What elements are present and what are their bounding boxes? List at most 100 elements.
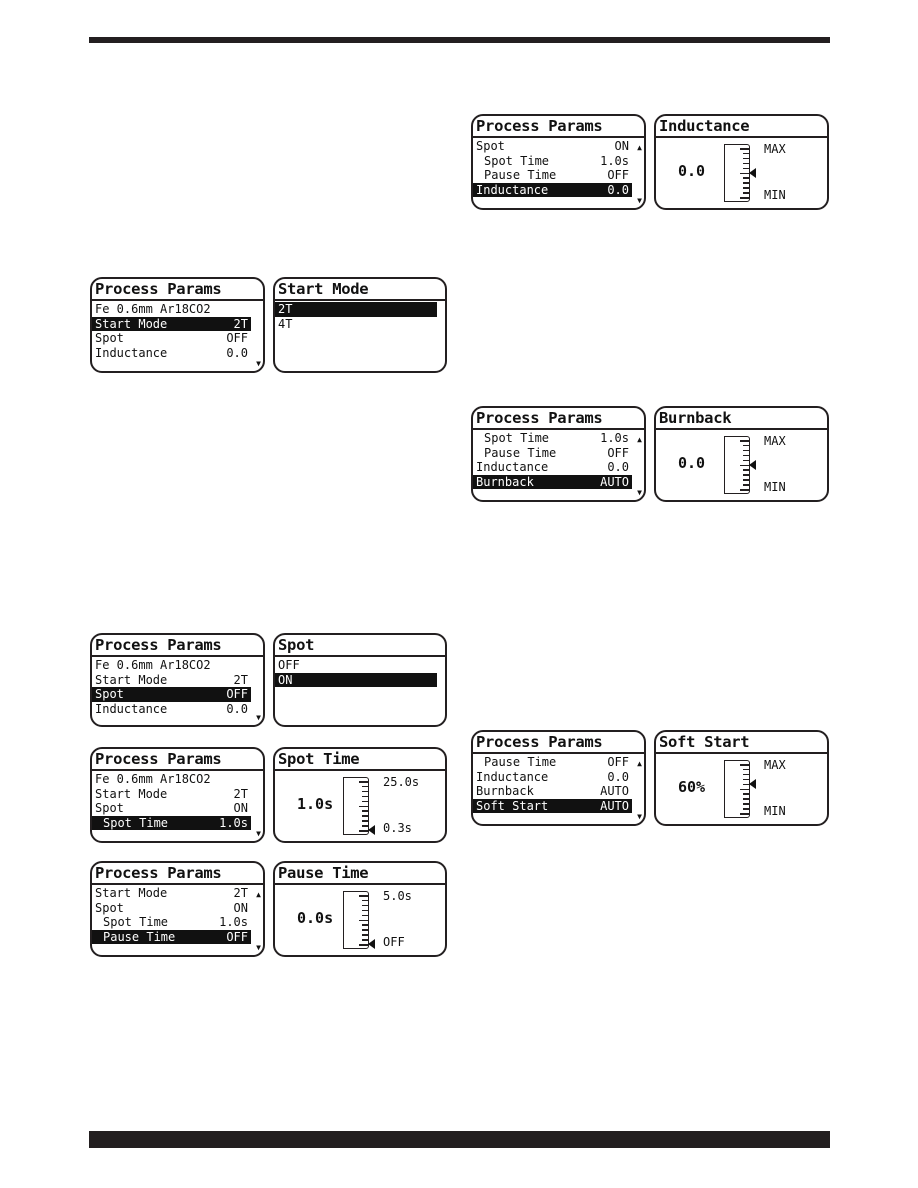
gauge-tick [743,192,749,194]
gauge-max-label: 25.0s [383,775,420,789]
option-item[interactable]: ON [275,672,437,688]
menu-item-label: Spot Time [103,815,169,830]
menu-item[interactable]: Pause Time OFF [473,446,632,461]
menu-item[interactable]: Fe 0.6mm Ar18CO2 [92,772,251,787]
gauge-tick [743,449,749,452]
menu-item[interactable]: Spot Time 1.0s [473,431,632,446]
menu-item[interactable]: Spot ON [92,801,251,816]
gauge-tick [362,800,368,803]
menu-item-label: Burnback [476,784,534,799]
gauge-tick [743,798,749,800]
option-item[interactable]: 4T [275,317,437,332]
gauge-min-label: MIN [764,480,786,494]
gauge-area: 1.0s 25.0s 0.3s [275,771,445,841]
scroll-down-icon: ▼ [637,196,642,205]
gauge-value: 0.0s [297,909,334,927]
menu-item[interactable]: Inductance 0.0 [92,346,251,361]
menu-item[interactable]: Pause Time OFF [473,168,632,183]
screen-title: Process Params [92,279,263,301]
menu-item-label: Spot [95,801,124,816]
screen-title: Process Params [92,635,263,657]
menu-item[interactable]: Soft Start AUTO [473,798,632,814]
menu-item-label: Pause Time [484,755,557,769]
menu-item-value: 1.0s [600,153,629,168]
option-item[interactable]: 2T [275,302,437,317]
gauge-tick [362,934,368,936]
menu-item[interactable]: Fe 0.6mm Ar18CO2 [92,302,251,317]
menu-item[interactable]: Spot ON [473,139,632,154]
gauge-area: 60% MAX MIN [656,754,827,824]
gauge-min-label: 0.3s [383,821,412,835]
screen-title: Process Params [473,732,644,754]
gauge-area: 0.0 MAX MIN [656,138,827,208]
gauge-tick [743,187,749,189]
menu-item[interactable]: Pause Time OFF [473,755,632,770]
lcd-menu-spot-time: Process Params Fe 0.6mm Ar18CO2 Start Mode… [90,747,265,843]
option-list: OFF ON [275,657,445,688]
menu-item[interactable]: Spot Time 1.0s [473,154,632,169]
menu-item[interactable]: Spot Time 1.0s [92,915,251,930]
menu-item-value: ON [233,900,248,915]
menu-list: Spot ON Spot Time 1.0s Pause Time OFF Inductan… [473,138,644,198]
menu-item-value: OFF [607,445,629,460]
gauge-max-label: MAX [764,758,786,772]
gauge-value: 1.0s [297,795,334,813]
menu-item-label: Pause Time [484,168,557,183]
gauge-area: 0.0s 5.0s OFF [275,885,445,955]
menu-item[interactable]: Start Mode 2T [92,673,251,688]
menu-item[interactable]: Inductance 0.0 [473,182,632,198]
menu-item-label: Start Mode [95,786,168,801]
menu-item[interactable]: Spot OFF [92,331,251,346]
menu-item-label: Spot [95,687,124,702]
scroll-up-icon: ▲ [637,143,642,152]
gauge-max-label: 5.0s [383,889,412,903]
menu-item-label: Spot Time [484,153,550,168]
menu-item-value: ON [614,139,629,153]
gauge-tick [362,815,368,817]
scroll-down-icon: ▼ [256,943,261,952]
menu-item[interactable]: Start Mode 2T [92,787,251,802]
gauge-scale [724,760,756,818]
menu-item[interactable]: Burnback AUTO [473,784,632,799]
lcd-menu-spot: Process Params Fe 0.6mm Ar18CO2 Start Mode… [90,633,265,727]
menu-item[interactable]: Spot OFF [92,687,251,702]
gauge-tick [740,464,749,466]
screen-title: Spot Time [275,749,445,771]
menu-item[interactable]: Burnback AUTO [473,474,632,490]
menu-item[interactable]: Fe 0.6mm Ar18CO2 [92,658,251,673]
gauge-tick [362,899,368,902]
menu-item-value: OFF [226,687,248,702]
lcd-select-start-mode: Start Mode 2T 4T [273,277,447,373]
gauge-tick [743,479,749,481]
gauge-area: 0.0 MAX MIN [656,430,827,500]
menu-item[interactable]: Spot ON [92,901,251,916]
gauge-tick [743,773,749,776]
gauge-max-label: MAX [764,434,786,448]
menu-item[interactable]: Pause Time OFF [92,929,251,945]
menu-item-value: OFF [226,331,248,346]
menu-item[interactable]: Start Mode 2T [92,886,251,901]
menu-item[interactable]: Spot Time 1.0s [92,815,251,831]
menu-item[interactable]: Start Mode 2T [92,316,251,332]
menu-item-label: Fe 0.6mm Ar18CO2 [95,658,211,672]
lcd-menu-burnback: Process Params Spot Time 1.0s Pause Time OFF… [471,406,646,502]
gauge-tick [743,768,749,771]
menu-item-value: 2T [233,672,248,687]
menu-item[interactable]: Inductance 0.0 [473,770,632,785]
menu-list: Fe 0.6mm Ar18CO2 Start Mode 2T Spot ON Spot T… [92,771,263,831]
gauge-tick [359,919,368,921]
gauge-tick [362,914,368,917]
gauge-pointer-icon [749,168,756,178]
menu-item[interactable]: Inductance 0.0 [473,460,632,475]
gauge-tick [359,944,368,946]
gauge-tick [740,764,749,766]
gauge-tick [743,803,749,805]
gauge-tick [743,444,749,447]
screen-title: Pause Time [275,863,445,885]
menu-item[interactable]: Inductance 0.0 [92,702,251,717]
option-item[interactable]: OFF [275,658,437,673]
gauge-tick [359,805,368,807]
lcd-gauge-inductance: Inductance 0.0 MAX MIN [654,114,829,210]
option-list: 2T 4T [275,301,445,331]
menu-item-label: Start Mode [95,672,168,687]
